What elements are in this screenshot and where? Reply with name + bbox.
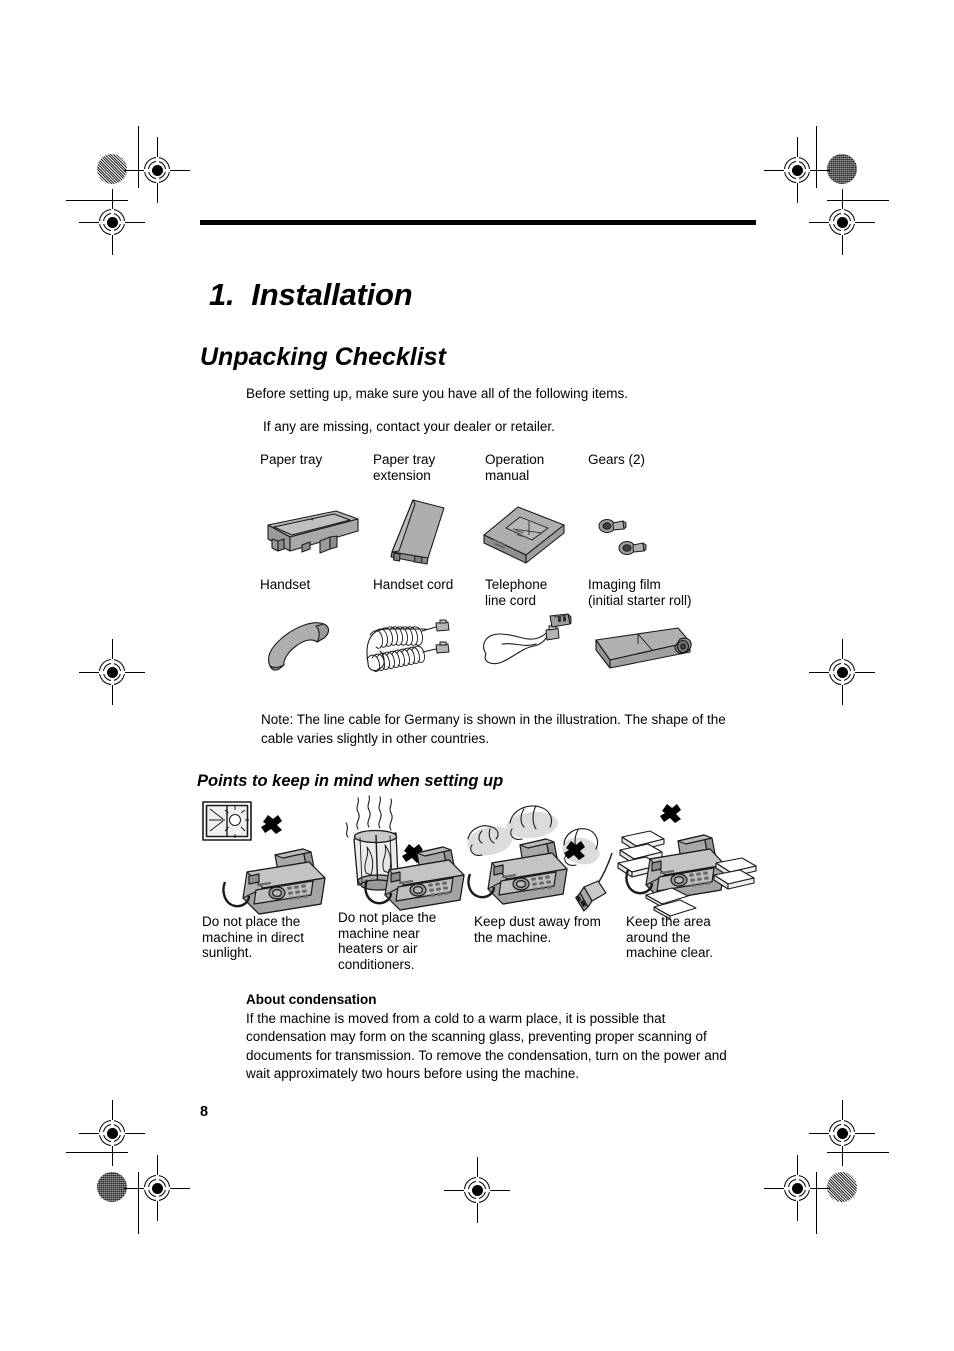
checklist-label-paper-tray-extension: Paper tray extension <box>373 452 436 483</box>
checklist-label-telephone-line-cord: Telephone line cord <box>485 577 548 608</box>
trim-line-top-right-vertical <box>816 126 817 188</box>
cross-mark-4 <box>660 804 681 823</box>
registration-target-top-left-outer <box>79 189 145 255</box>
fax-machine-illustration <box>222 848 326 915</box>
checklist-label-imaging-film: Imaging film (initial starter roll) <box>588 577 692 608</box>
checklist-label-gears: Gears (2) <box>588 452 646 467</box>
registration-target-top-left-inner <box>124 137 190 203</box>
dust-icon <box>466 793 616 918</box>
point-caption-heaters: Do not place the machine near heaters or… <box>338 910 437 972</box>
point-caption-clear-area: Keep the area around the machine clear. <box>626 914 714 961</box>
checklist-label-operation-manual: Operation manual <box>485 452 545 483</box>
checklist-label-handset: Handset <box>260 577 311 592</box>
checklist-label-paper-tray: Paper tray <box>260 452 323 467</box>
intro-paragraph-1: Before setting up, make sure you have al… <box>246 385 628 401</box>
paper-tray-icon <box>258 505 362 567</box>
trim-line-bottom-right-horizontal <box>827 1152 889 1153</box>
page-number: 8 <box>200 1104 209 1120</box>
registration-target-top-right-inner <box>764 137 830 203</box>
registration-target-bottom-center <box>444 1157 510 1223</box>
trim-line-top-right-horizontal <box>827 200 889 201</box>
registration-target-top-right-outer <box>809 189 875 255</box>
handset-cord-icon <box>360 619 460 675</box>
condensation-heading: About condensation <box>246 992 377 1007</box>
paper-stack-right <box>713 857 757 890</box>
point-caption-sunlight: Do not place the machine in direct sunli… <box>202 914 305 961</box>
registration-target-bottom-right-inner <box>764 1155 830 1221</box>
heater-icon <box>340 795 465 915</box>
registration-blob-top-left <box>97 154 127 184</box>
registration-target-bottom-right-outer <box>809 1100 875 1166</box>
trim-line-bottom-right-vertical <box>816 1172 817 1234</box>
registration-target-bottom-left-inner <box>124 1155 190 1221</box>
paper-tray-extension-icon <box>382 496 454 570</box>
condensation-block: About condensation If the machine is mov… <box>246 991 746 1084</box>
chapter-number: 1. <box>209 276 235 312</box>
registration-blob-bottom-left <box>97 1172 127 1202</box>
points-heading: Points to keep in mind when setting up <box>197 771 504 790</box>
imaging-film-icon <box>592 626 696 674</box>
checklist-label-handset-cord: Handset cord <box>373 577 454 592</box>
registration-blob-bottom-right <box>827 1172 857 1202</box>
telephone-line-cord-icon <box>480 613 572 672</box>
registration-target-mid-left <box>79 639 145 705</box>
registration-target-bottom-left-outer <box>79 1100 145 1166</box>
trim-line-bottom-left-horizontal <box>66 1152 128 1153</box>
window-sunlight-icon <box>201 800 331 915</box>
point-caption-dust: Keep dust away from the machine. <box>474 914 601 945</box>
document-page: 1. Installation Unpacking Checklist Befo… <box>0 0 954 1351</box>
trim-line-top-left-vertical <box>138 126 139 188</box>
header-rule <box>200 220 756 225</box>
cross-mark-1 <box>261 815 282 834</box>
trim-line-bottom-left-vertical <box>138 1172 139 1234</box>
illustration-note: Note: The line cable for Germany is show… <box>261 711 726 746</box>
section-heading: Unpacking Checklist <box>200 342 446 371</box>
chapter-title-text: Installation <box>251 276 413 312</box>
stacked-paper-icon <box>616 795 761 920</box>
gears-icon <box>595 516 649 566</box>
operation-manual-icon <box>480 503 568 571</box>
trim-line-top-left-horizontal <box>66 200 128 201</box>
intro-paragraph-2: If any are missing, contact your dealer … <box>263 418 555 434</box>
handset-icon <box>262 620 338 672</box>
registration-target-mid-right <box>809 639 875 705</box>
page-title: 1. Installation <box>209 277 413 313</box>
condensation-body: If the machine is moved from a cold to a… <box>246 1010 727 1082</box>
registration-blob-top-right <box>827 154 857 184</box>
